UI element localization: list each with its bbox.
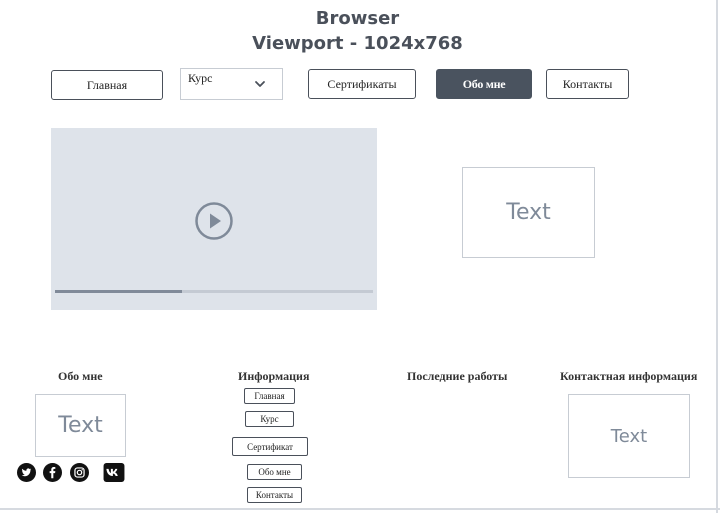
nav-certificates-button[interactable]: Сертификаты: [308, 69, 416, 99]
video-progress-fill: [55, 290, 183, 293]
frame-border-right: [716, 0, 718, 513]
footer-about-heading: Обо мне: [58, 369, 103, 383]
chevron-down-icon: [255, 81, 265, 87]
footer-link-contacts[interactable]: Контакты: [247, 487, 302, 503]
footer-recent-work-heading: Последние работы: [407, 369, 508, 383]
footer-contact-heading: Контактная информация: [560, 369, 698, 383]
footer-about-text-placeholder: Text: [35, 394, 126, 457]
page-subtitle: Viewport - 1024x768: [252, 33, 463, 54]
footer-info-heading: Информация: [238, 369, 310, 383]
text-placeholder: Text: [462, 167, 595, 258]
footer-contact-text-placeholder: Text: [568, 394, 690, 478]
footer-link-course[interactable]: Курс: [245, 411, 294, 427]
nav-course-dropdown[interactable]: Курс: [180, 68, 283, 100]
twitter-icon[interactable]: [17, 463, 36, 482]
footer-link-certificate[interactable]: Сертификат: [232, 437, 308, 456]
instagram-icon[interactable]: [70, 463, 89, 482]
play-icon[interactable]: [194, 201, 234, 241]
footer-link-home[interactable]: Главная: [244, 388, 295, 404]
nav-course-label: Курс: [188, 71, 213, 85]
nav-about-button[interactable]: Обо мне: [436, 69, 532, 99]
footer-link-about[interactable]: Обо мне: [247, 464, 302, 480]
video-player[interactable]: [51, 128, 377, 310]
facebook-icon[interactable]: [43, 463, 62, 482]
page-title: Browser: [315, 8, 400, 29]
nav-home-button[interactable]: Главная: [51, 70, 163, 100]
video-progress-track[interactable]: [55, 290, 373, 293]
nav-contacts-button[interactable]: Контакты: [546, 69, 629, 99]
frame-border-bottom: [0, 508, 720, 510]
vk-icon[interactable]: [103, 463, 125, 482]
